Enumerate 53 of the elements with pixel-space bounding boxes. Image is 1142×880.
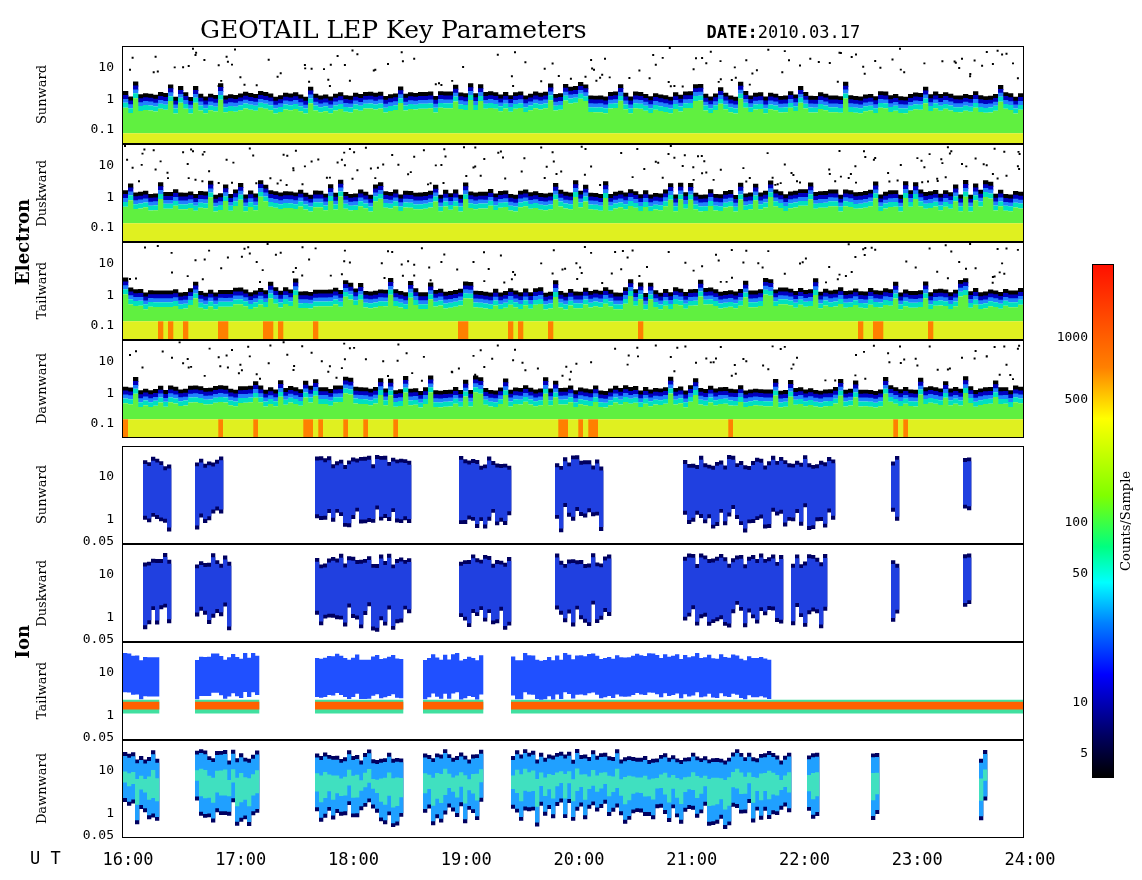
axis-tick-label: 1 [106, 287, 114, 301]
panel-label: Tailward [34, 662, 50, 720]
panel-label: Tailward [34, 262, 50, 320]
axis-tick-label: 1 [106, 385, 114, 399]
axis-tick-label: 1 [106, 609, 114, 623]
axis-tick-label: 10 [98, 157, 114, 171]
time-tick-label: 16:00 [102, 849, 154, 869]
axis-tick-label: 1 [106, 91, 114, 105]
axis-tick-label: 10 [98, 353, 114, 367]
time-tick-label: 23:00 [891, 849, 943, 869]
axis-tick-label: 10 [98, 566, 114, 580]
colorbar-tick-label: 10 [1072, 694, 1088, 708]
colorbar-title: Counts/Sample [1118, 471, 1133, 571]
date-label: DATE:2010.03.17 [706, 22, 861, 44]
axis-label: U T [30, 848, 62, 868]
group-label: Electron [12, 199, 34, 285]
axis-tick-label: 10 [98, 255, 114, 269]
time-tick-label: 21:00 [666, 849, 718, 869]
axis-tick-label: 0.05 [82, 827, 114, 841]
panel-label: Duskward [34, 159, 50, 227]
axis-tick-label: 1 [106, 511, 114, 525]
chart-title: GEOTAIL LEP Key Parameters [200, 15, 587, 46]
axis-tick-label: 10 [98, 664, 114, 678]
axis-tick-label: 1 [106, 189, 114, 203]
axis-tick-label: 1 [106, 707, 114, 721]
group-label: Ion [12, 625, 34, 659]
axis-tick-label: 1 [106, 805, 114, 819]
axis-tick-label: 0.05 [82, 729, 114, 743]
panel-label: Duskward [34, 559, 50, 627]
axis-tick-label: 10 [98, 762, 114, 776]
axis-tick-label: 0.05 [82, 631, 114, 645]
axis-tick-label: 10 [98, 468, 114, 482]
colorbar-tick-label: 50 [1072, 565, 1088, 579]
time-tick-label: 20:00 [553, 849, 605, 869]
axis-tick-label: 0.1 [90, 415, 114, 429]
time-tick-label: 22:00 [778, 849, 831, 869]
panel-label: Sunward [34, 65, 50, 125]
panel-label: Dawnward [34, 753, 50, 825]
panel-label: Dawnward [34, 353, 50, 425]
colorbar-tick-label: 500 [1064, 391, 1088, 405]
colorbar-tick-label: 100 [1064, 514, 1088, 528]
colorbar-tick-label: 1000 [1056, 329, 1088, 343]
time-tick-label: 24:00 [1004, 849, 1056, 869]
axis-tick-label: 0.05 [82, 533, 114, 547]
axis-tick-label: 0.1 [90, 219, 114, 233]
axis-tick-label: 0.1 [90, 317, 114, 331]
colorbar-tick-label: 5 [1080, 745, 1088, 759]
axis-tick-label: 10 [98, 59, 114, 73]
panel-label: Sunward [34, 465, 50, 525]
time-tick-label: 17:00 [215, 849, 267, 869]
axis-tick-label: 0.1 [90, 121, 114, 135]
time-tick-label: 19:00 [440, 849, 492, 869]
time-tick-label: 18:00 [327, 849, 380, 869]
